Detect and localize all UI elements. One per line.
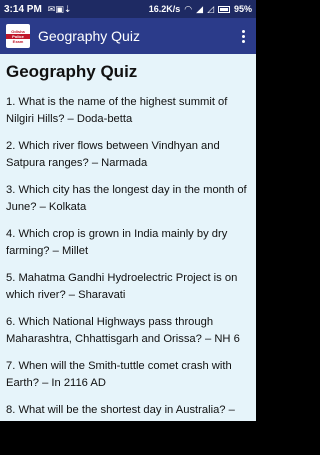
signal-icon: ◢	[196, 3, 204, 14]
question-2: 2. Which river flows between Vindhyan an…	[6, 140, 220, 169]
status-bar: 3:14 PM ✉ ▣ ⇣ 16.2K/s ◠ ◢ ◿ 95%	[0, 0, 256, 18]
question-6: 6. Which National Highways pass through …	[6, 316, 240, 345]
logo-line-3: Exam	[12, 38, 24, 44]
quiz-content[interactable]: Geography Quiz 1. What is the name of th…	[0, 54, 256, 421]
question-7: 7. When will the Smith-tuttle comet cras…	[6, 360, 232, 389]
app-logo: Odisha Police Exam	[6, 24, 30, 48]
question-4: 4. Which crop is grown in India mainly b…	[6, 228, 228, 257]
clock: 3:14 PM	[4, 3, 42, 15]
question-1: 1. What is the name of the highest summi…	[6, 96, 228, 125]
network-speed: 16.2K/s	[148, 4, 181, 14]
download-icon: ⇣	[63, 3, 72, 14]
signal-empty-icon: ◿	[207, 3, 214, 14]
question-8: 8. What will be the shortest day in Aust…	[6, 404, 235, 416]
battery-level: 95%	[233, 4, 252, 14]
status-icons: 16.2K/s ◠ ◢ ◿ 95%	[149, 4, 252, 14]
app-title: Geography Quiz	[38, 28, 140, 44]
navigation-bar	[0, 421, 256, 455]
question-3: 3. Which city has the longest day in the…	[6, 184, 247, 213]
notification-icon: ▣	[55, 3, 64, 14]
email-icon: ✉	[47, 3, 56, 14]
page-title: Geography Quiz	[6, 62, 138, 81]
overflow-menu-button[interactable]	[236, 24, 250, 48]
wifi-icon: ◠	[184, 3, 193, 14]
battery-icon	[217, 5, 230, 13]
more-vert-icon	[241, 29, 245, 33]
app-bar: Odisha Police Exam Geography Quiz	[0, 18, 256, 54]
question-5: 5. Mahatma Gandhi Hydroelectric Project …	[6, 272, 238, 301]
